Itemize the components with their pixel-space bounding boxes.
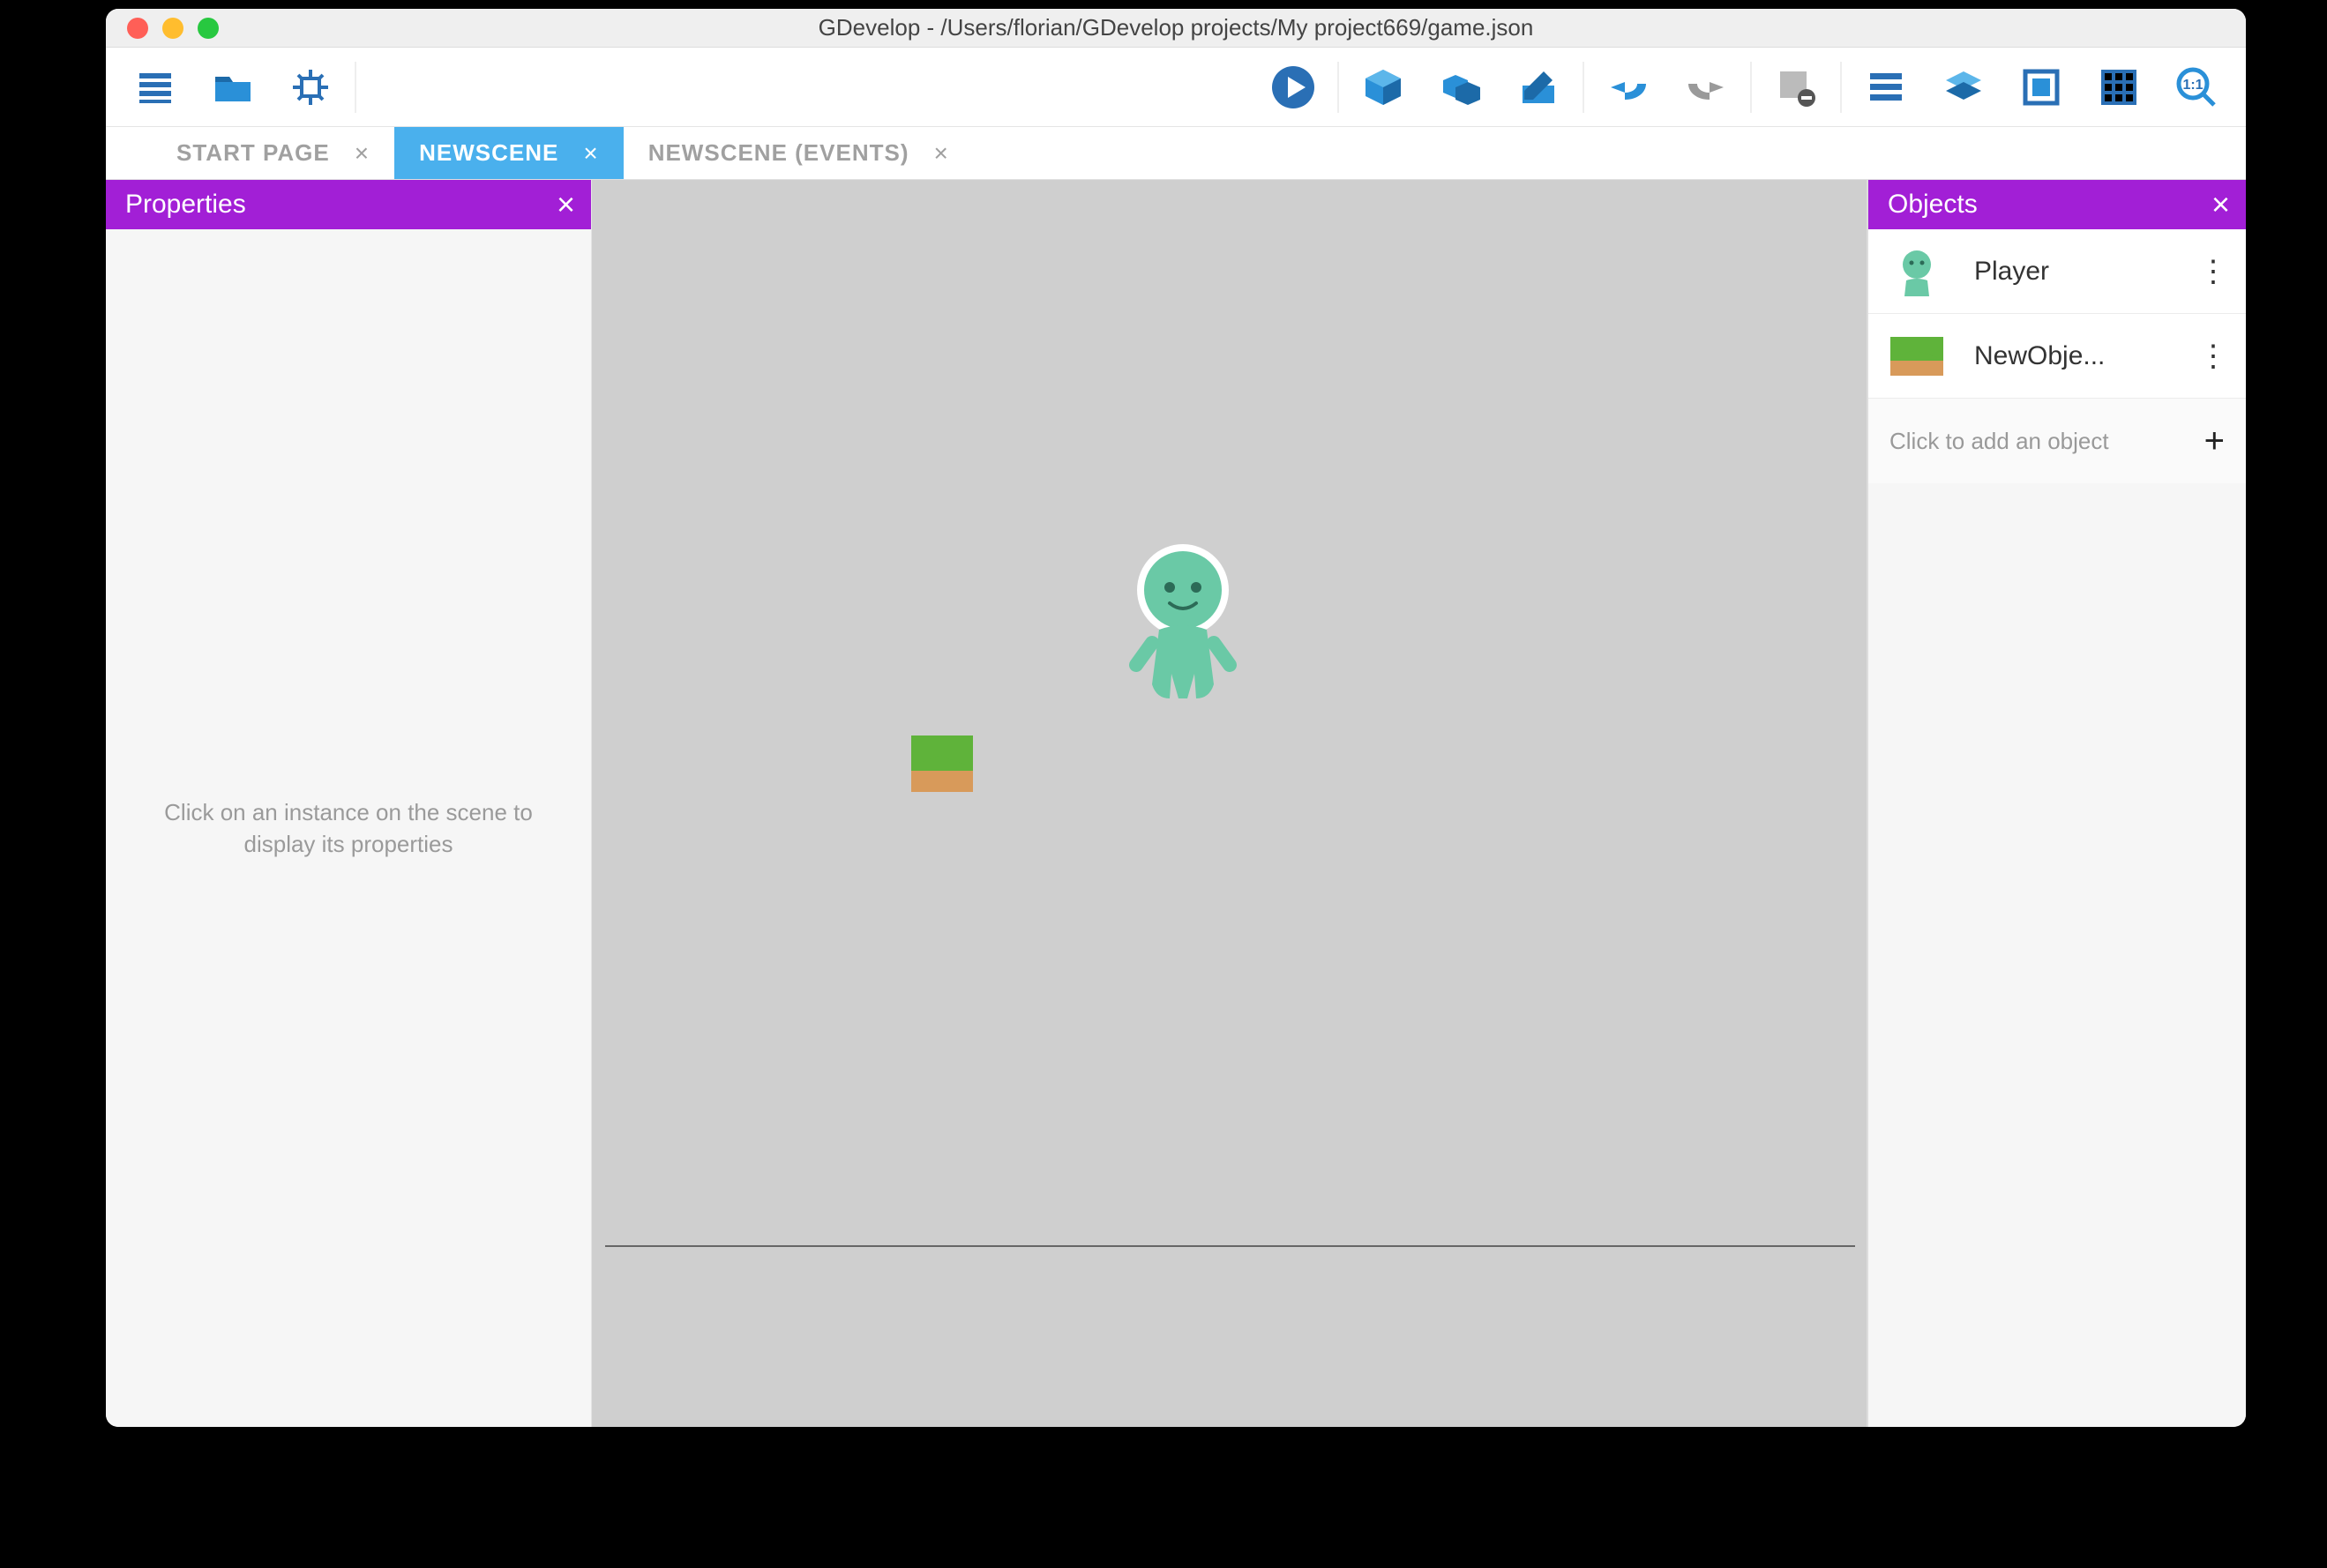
plus-icon[interactable]: + [2204, 422, 2225, 461]
project-manager-icon[interactable] [129, 61, 182, 114]
toolbar-separator [1337, 62, 1339, 113]
tab-bar: START PAGE × NEWSCENE × NEWSCENE (EVENTS… [106, 127, 2246, 180]
svg-text:1:1: 1:1 [2182, 78, 2203, 93]
close-icon[interactable]: × [583, 139, 598, 168]
tab-label: NEWSCENE [419, 139, 558, 167]
zoom-reset-icon[interactable]: 1:1 [2170, 61, 2223, 114]
properties-panel: Properties × Click on an instance on the… [106, 180, 592, 1427]
tab-label: START PAGE [176, 139, 330, 167]
instance-tile[interactable] [911, 735, 973, 792]
titlebar: GDevelop - /Users/florian/GDevelop proje… [106, 9, 2246, 48]
close-icon[interactable]: × [2211, 186, 2230, 223]
object-item-player[interactable]: Player ⋮ [1868, 229, 2246, 314]
app-window: GDevelop - /Users/florian/GDevelop proje… [106, 9, 2246, 1427]
instances-list-icon[interactable] [1859, 61, 1912, 114]
add-object-row[interactable]: Click to add an object + [1868, 399, 2246, 483]
delete-instance-icon[interactable] [1770, 61, 1822, 114]
toolbar-separator [355, 62, 356, 113]
layers-icon[interactable] [1937, 61, 1990, 114]
kebab-menu-icon[interactable]: ⋮ [2198, 254, 2228, 289]
panel-title: Objects [1888, 190, 1978, 220]
redo-icon[interactable] [1680, 61, 1732, 114]
mask-icon[interactable] [2015, 61, 2068, 114]
window-title: GDevelop - /Users/florian/GDevelop proje… [106, 14, 2246, 41]
close-icon[interactable]: × [557, 186, 575, 223]
object-thumb [1886, 325, 1948, 387]
main-toolbar: 1:1 [106, 48, 2246, 127]
scene-area[interactable] [605, 180, 1855, 1247]
panel-title: Properties [125, 190, 246, 220]
kebab-menu-icon[interactable]: ⋮ [2198, 339, 2228, 374]
properties-empty-hint: Click on an instance on the scene to dis… [106, 229, 591, 1427]
toolbar-separator [1583, 62, 1584, 113]
scene-canvas[interactable] [592, 180, 1867, 1427]
object-name: NewObje... [1974, 341, 2172, 371]
toolbar-separator [1840, 62, 1842, 113]
workspace: Properties × Click on an instance on the… [106, 180, 2246, 1427]
objects-list: Player ⋮ NewObje... ⋮ Click to add an ob… [1868, 229, 2246, 483]
toolbar-separator [1750, 62, 1752, 113]
panel-header: Objects × [1868, 180, 2246, 229]
undo-icon[interactable] [1602, 61, 1655, 114]
add-object-label: Click to add an object [1889, 428, 2109, 455]
open-folder-icon[interactable] [206, 61, 259, 114]
object-name: Player [1974, 257, 2172, 287]
play-icon[interactable] [1267, 61, 1320, 114]
object-item-newobject[interactable]: NewObje... ⋮ [1868, 314, 2246, 399]
tab-start-page[interactable]: START PAGE × [106, 127, 394, 179]
close-icon[interactable]: × [355, 139, 370, 168]
instance-player[interactable] [1126, 541, 1240, 709]
object-thumb [1886, 241, 1948, 302]
tab-newscene[interactable]: NEWSCENE × [394, 127, 624, 179]
add-object-group-icon[interactable] [1434, 61, 1487, 114]
close-icon[interactable]: × [934, 139, 949, 168]
debug-icon[interactable] [284, 61, 337, 114]
tile-graphic [911, 735, 973, 792]
grid-icon[interactable] [2092, 61, 2145, 114]
tab-label: NEWSCENE (EVENTS) [648, 139, 909, 167]
edit-icon[interactable] [1512, 61, 1565, 114]
add-object-icon[interactable] [1357, 61, 1410, 114]
objects-panel: Objects × Player ⋮ [1867, 180, 2246, 1427]
panel-header: Properties × [106, 180, 591, 229]
tab-newscene-events[interactable]: NEWSCENE (EVENTS) × [624, 127, 974, 179]
